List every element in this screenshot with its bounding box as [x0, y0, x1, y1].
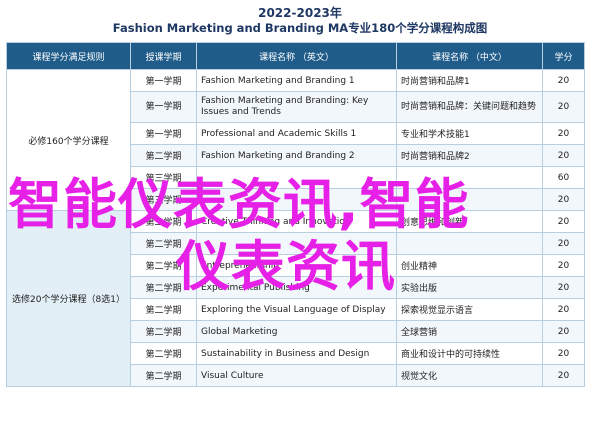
- credits-cell: 60: [542, 166, 585, 189]
- course-name-en: [196, 166, 397, 189]
- course-name-zh: [396, 188, 543, 211]
- header-credits: 学分: [542, 42, 585, 70]
- course-name-en: Exploring the Visual Language of Display: [196, 298, 397, 321]
- title-block: 2022-2023年 Fashion Marketing and Brandin…: [0, 0, 600, 40]
- course-name-en: Sustainability in Business and Design: [196, 342, 397, 365]
- course-name-en: Fashion Marketing and Branding 1: [196, 69, 397, 92]
- course-name-zh: 全球营销: [396, 320, 543, 343]
- credits-cell: 20: [542, 298, 585, 321]
- course-name-en: Global Marketing: [196, 320, 397, 343]
- credits-cell: 20: [542, 254, 585, 277]
- curriculum-table: 课程学分满足规则 授课学期 课程名称 （英文） 课程名称 （中文） 学分 必修1…: [6, 42, 585, 387]
- course-name-en: Entrepreneurship: [196, 254, 397, 277]
- credits-cell: 20: [542, 364, 585, 387]
- course-name-zh: 商业和设计中的可持续性: [396, 342, 543, 365]
- header-semester: 授课学期: [130, 42, 197, 70]
- semester-cell: 第二学期: [130, 232, 197, 255]
- course-name-zh: 探索视觉显示语言: [396, 298, 543, 321]
- semester-cell: 第二学期: [130, 276, 197, 299]
- course-name-zh: 时尚营销和品牌：关键问题和趋势: [396, 91, 543, 123]
- credits-cell: 20: [542, 276, 585, 299]
- semester-cell: 第一学期: [130, 91, 197, 123]
- course-name-zh: [396, 166, 543, 189]
- course-name-zh: [396, 232, 543, 255]
- credits-cell: 20: [542, 122, 585, 145]
- semester-cell: 第二学期: [130, 298, 197, 321]
- credits-cell: 20: [542, 232, 585, 255]
- course-name-zh: 创意思维和创新: [396, 210, 543, 233]
- course-name-zh: 时尚营销和品牌1: [396, 69, 543, 92]
- header-rule: 课程学分满足规则: [6, 42, 131, 70]
- semester-cell: 第三学期: [130, 188, 197, 211]
- semester-cell: 第一学期: [130, 69, 197, 92]
- header-name-en: 课程名称 （英文）: [196, 42, 397, 70]
- course-name-zh: 时尚营销和品牌2: [396, 144, 543, 167]
- header-name-zh: 课程名称 （中文）: [396, 42, 543, 70]
- semester-cell: 第一学期: [130, 122, 197, 145]
- credits-cell: 20: [542, 91, 585, 123]
- course-name-zh: 视觉文化: [396, 364, 543, 387]
- table-row: 选修20个学分课程（8选1） 第二学期 Creative Thinking an…: [6, 210, 585, 387]
- course-name-en: [196, 232, 397, 255]
- course-name-en: Fashion Marketing and Branding 2: [196, 144, 397, 167]
- semester-cell: 第二学期: [130, 144, 197, 167]
- course-name-en: [196, 188, 397, 211]
- course-name-zh: 专业和学术技能1: [396, 122, 543, 145]
- semester-cell: 第二学期: [130, 364, 197, 387]
- credits-cell: 20: [542, 320, 585, 343]
- semester-cell: 第二学期: [130, 210, 197, 233]
- course-name-zh: 创业精神: [396, 254, 543, 277]
- course-name-zh: 实验出版: [396, 276, 543, 299]
- semester-cell: 第二学期: [130, 342, 197, 365]
- semester-cell: 第二学期: [130, 320, 197, 343]
- semester-cell: 第三学期: [130, 166, 197, 189]
- course-name-en: Experimental Publishing: [196, 276, 397, 299]
- table-row: 必修160个学分课程 第一学期 Fashion Marketing and Br…: [6, 69, 585, 211]
- course-name-en: Professional and Academic Skills 1: [196, 122, 397, 145]
- group-label-required: 必修160个学分课程: [6, 69, 131, 211]
- course-name-en: Fashion Marketing and Branding: Key Issu…: [196, 91, 397, 123]
- credits-cell: 20: [542, 69, 585, 92]
- credits-cell: 20: [542, 210, 585, 233]
- semester-cell: 第二学期: [130, 254, 197, 277]
- course-name-en: Creative Thinking and Innovation: [196, 210, 397, 233]
- title-program: Fashion Marketing and Branding MA专业180个学…: [112, 21, 488, 35]
- credits-cell: 20: [542, 188, 585, 211]
- title-year: 2022-2023年: [258, 6, 342, 20]
- table-header-row: 课程学分满足规则 授课学期 课程名称 （英文） 课程名称 （中文） 学分: [6, 42, 585, 70]
- credits-cell: 20: [542, 144, 585, 167]
- group-label-elective: 选修20个学分课程（8选1）: [6, 210, 131, 387]
- credits-cell: 20: [542, 342, 585, 365]
- course-name-en: Visual Culture: [196, 364, 397, 387]
